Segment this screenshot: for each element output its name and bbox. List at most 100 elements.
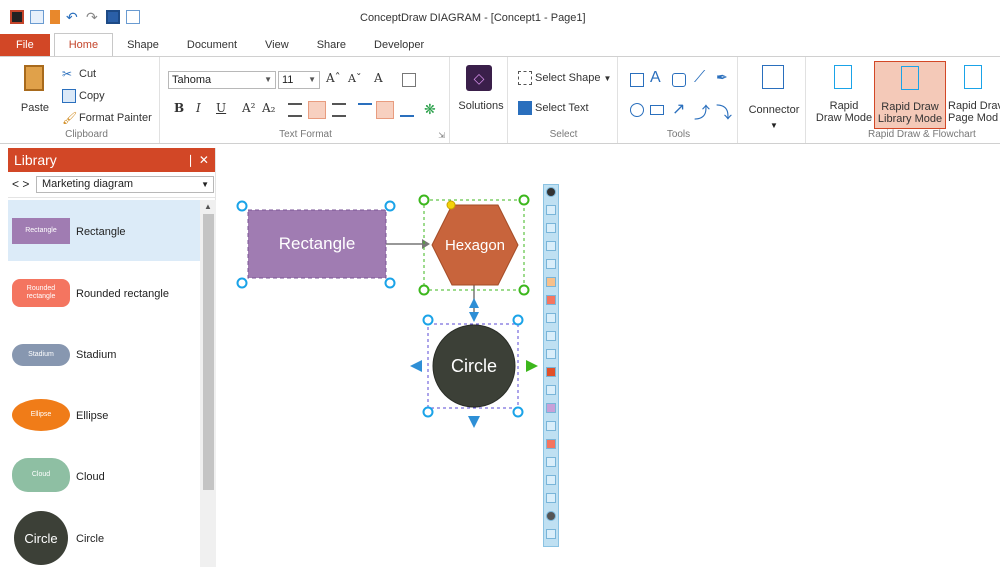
text-box-icon[interactable] xyxy=(402,73,416,87)
font-family-select[interactable]: Tahoma ▼ xyxy=(168,71,276,89)
library-controls[interactable]: ❘ ✕ xyxy=(186,148,209,172)
resize-handle[interactable] xyxy=(236,277,248,289)
font-size-select[interactable]: 11 ▼ xyxy=(278,71,320,89)
italic-icon[interactable]: I xyxy=(196,101,201,115)
library-item-cloud[interactable]: Cloud Cloud xyxy=(8,444,200,505)
text-tool-icon[interactable]: A xyxy=(650,69,661,87)
bold-icon[interactable]: B xyxy=(174,101,184,115)
select-text-button[interactable]: Select Text xyxy=(518,101,589,115)
strip-cell[interactable] xyxy=(546,205,556,215)
strip-cell[interactable] xyxy=(546,421,556,431)
subscript-icon[interactable]: A₂ xyxy=(262,101,275,115)
tab-file[interactable]: File xyxy=(0,34,50,56)
paste-button[interactable]: Paste xyxy=(20,63,50,125)
connector-tool-icon[interactable]: ⤵ xyxy=(716,99,732,123)
resize-handle[interactable] xyxy=(518,284,530,296)
ellipse-tool-icon[interactable] xyxy=(630,103,644,117)
strip-cell[interactable] xyxy=(546,187,556,197)
resize-handle[interactable] xyxy=(422,314,434,326)
align-left-icon[interactable] xyxy=(288,103,302,117)
cut-button[interactable]: ✂ Cut xyxy=(62,67,96,81)
connector-button[interactable]: Connector ▼ xyxy=(744,61,804,131)
drawing-canvas[interactable]: Rectangle Hexagon Circle xyxy=(216,148,1000,567)
arrow-tool-icon[interactable]: ↗ xyxy=(672,99,685,119)
resize-handle[interactable] xyxy=(422,406,434,418)
rapid-draw-arrow-right-icon[interactable] xyxy=(526,360,538,372)
library-item-rectangle[interactable]: Rectangle Rectangle xyxy=(8,200,200,261)
scroll-thumb[interactable] xyxy=(203,214,214,490)
tab-home[interactable]: Home xyxy=(53,33,114,56)
strip-cell[interactable] xyxy=(546,529,556,539)
grow-font-icon[interactable]: Aˆ xyxy=(326,71,341,85)
align-right-icon[interactable] xyxy=(332,103,346,117)
strip-cell[interactable] xyxy=(546,313,556,323)
rapid-draw-arrow-down-icon[interactable] xyxy=(469,312,479,322)
resize-handle[interactable] xyxy=(418,194,430,206)
text-options-icon[interactable]: ❋ xyxy=(424,101,438,117)
strip-cell[interactable] xyxy=(546,367,556,377)
tab-view[interactable]: View xyxy=(251,34,303,56)
callout-tool-icon[interactable] xyxy=(672,73,686,87)
resize-handle[interactable] xyxy=(512,314,524,326)
solutions-button[interactable]: ◇ Solutions xyxy=(456,63,506,121)
resize-handle[interactable] xyxy=(384,277,396,289)
rapid-draw-library-mode-button[interactable]: Rapid Draw Library Mode xyxy=(874,61,946,129)
library-item-ellipse[interactable]: Ellipse Ellipse xyxy=(8,383,200,444)
library-item-stadium[interactable]: Stadium Stadium xyxy=(8,322,200,383)
pen-tool-icon[interactable]: ✒ xyxy=(716,69,728,86)
textbox-tool-icon[interactable] xyxy=(650,105,664,115)
format-painter-button[interactable]: 🖌 Format Painter xyxy=(62,111,152,125)
rapid-draw-arrow-down-icon[interactable] xyxy=(468,416,480,428)
library-nav-arrows[interactable]: < > xyxy=(12,177,29,191)
scroll-up-icon[interactable]: ▲ xyxy=(204,202,212,211)
rectangle-tool-icon[interactable] xyxy=(630,73,644,87)
library-item-circle[interactable]: Circle Circle xyxy=(8,505,200,566)
align-bottom-icon[interactable] xyxy=(400,103,414,117)
select-shape-button[interactable]: Select Shape ▼ xyxy=(518,71,611,85)
tab-developer[interactable]: Developer xyxy=(360,34,438,56)
strip-cell[interactable] xyxy=(546,493,556,503)
shrink-font-icon[interactable]: Aˇ xyxy=(348,72,361,85)
resize-handle[interactable] xyxy=(512,406,524,418)
strip-cell[interactable] xyxy=(546,349,556,359)
tab-document[interactable]: Document xyxy=(173,34,251,56)
library-item-label: Cloud xyxy=(76,471,105,483)
align-middle-icon[interactable] xyxy=(376,101,394,119)
library-select[interactable]: Marketing diagram ▼ xyxy=(36,176,214,193)
dialog-launcher-icon[interactable]: ⇲ xyxy=(438,131,445,140)
rapid-draw-library-strip[interactable] xyxy=(543,184,559,547)
library-item-rounded-rectangle[interactable]: Rounded rectangle Rounded rectangle xyxy=(8,261,200,322)
font-color-icon[interactable]: A xyxy=(374,71,383,85)
resize-handle[interactable] xyxy=(384,200,396,212)
strip-cell[interactable] xyxy=(546,439,556,449)
strip-cell[interactable] xyxy=(546,331,556,341)
strip-cell[interactable] xyxy=(546,457,556,467)
resize-handle[interactable] xyxy=(236,200,248,212)
copy-button[interactable]: Copy xyxy=(62,89,105,103)
align-center-icon[interactable] xyxy=(308,101,326,119)
arc-tool-icon[interactable]: ⤴ xyxy=(694,99,710,123)
rapid-draw-arrow-up-icon[interactable] xyxy=(469,298,479,308)
strip-cell[interactable] xyxy=(546,403,556,413)
line-tool-icon[interactable]: ⟋ xyxy=(694,69,705,87)
align-top-icon[interactable] xyxy=(358,103,372,117)
tab-shape[interactable]: Shape xyxy=(113,34,173,56)
strip-cell[interactable] xyxy=(546,277,556,287)
rapid-draw-mode-button[interactable]: Rapid Draw Mode xyxy=(812,61,872,129)
strip-cell[interactable] xyxy=(546,223,556,233)
strip-cell[interactable] xyxy=(546,475,556,485)
strip-cell[interactable] xyxy=(546,259,556,269)
strip-cell[interactable] xyxy=(546,295,556,305)
underline-icon[interactable]: U xyxy=(216,101,226,115)
strip-cell[interactable] xyxy=(546,511,556,521)
rapid-draw-page-mode-button[interactable]: Rapid Drav Page Mod xyxy=(948,61,1000,129)
library-scrollbar[interactable]: ▲ xyxy=(200,200,216,567)
tab-share[interactable]: Share xyxy=(303,34,360,56)
strip-cell[interactable] xyxy=(546,385,556,395)
resize-handle[interactable] xyxy=(418,284,430,296)
stadium-thumb-text: Stadium xyxy=(28,351,54,358)
strip-cell[interactable] xyxy=(546,241,556,251)
resize-handle[interactable] xyxy=(518,194,530,206)
superscript-icon[interactable]: A² xyxy=(242,101,255,115)
rapid-draw-arrow-left-icon[interactable] xyxy=(410,360,422,372)
